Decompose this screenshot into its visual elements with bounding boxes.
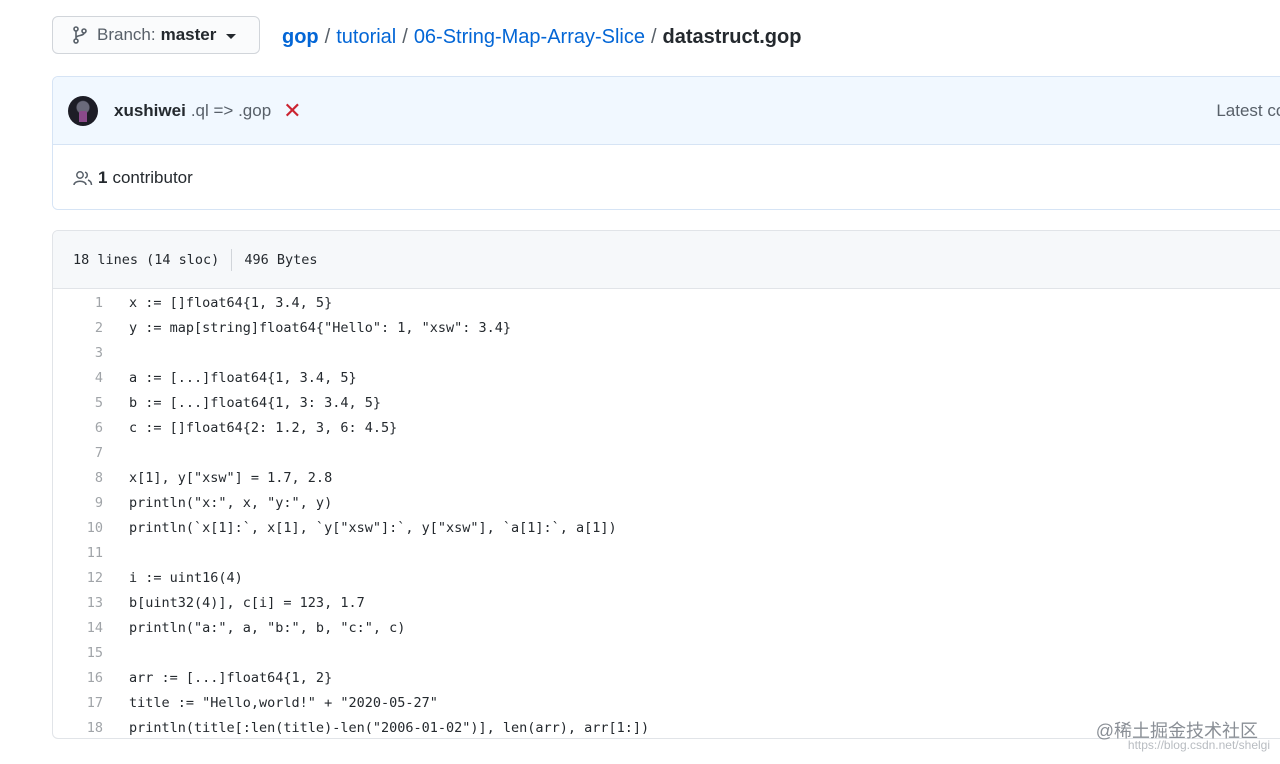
- line-number[interactable]: 7: [53, 445, 129, 461]
- line-number[interactable]: 1: [53, 295, 129, 311]
- code-line: 8 x[1], y["xsw"] = 1.7, 2.8: [53, 465, 1280, 490]
- code-line: 2y := map[string]float64{"Hello": 1, "xs…: [53, 315, 1280, 340]
- commit-header: xushiwei .ql => .gop ✕ Latest cor: [53, 77, 1280, 145]
- latest-commit-label: Latest cor: [1216, 101, 1280, 120]
- git-branch-icon: [73, 26, 87, 44]
- line-code: x := []float64{1, 3.4, 5}: [129, 294, 333, 311]
- line-code: i := uint16(4): [129, 569, 243, 586]
- line-code: y := map[string]float64{"Hello": 1, "xsw…: [129, 319, 512, 336]
- failed-status-icon[interactable]: ✕: [283, 99, 301, 122]
- avatar[interactable]: [68, 95, 98, 126]
- code-line: 13 b[uint32(4)], c[i] = 123, 1.7: [53, 590, 1280, 615]
- branch-name: master: [160, 25, 217, 44]
- code-line: 17 title := "Hello,world!" + "2020-05-27": [53, 690, 1280, 715]
- line-number[interactable]: 13: [53, 595, 129, 611]
- code-line: 15: [53, 640, 1280, 665]
- breadcrumb-separator: /: [650, 26, 657, 48]
- line-number[interactable]: 18: [53, 720, 129, 736]
- code-view: 1x := []float64{1, 3.4, 5} 2 y := map[stri…: [53, 289, 1280, 738]
- contributor-label: contributor: [112, 168, 193, 187]
- line-code: title := "Hello,world!" + "2020-05-27": [129, 694, 438, 711]
- line-code: b := [...]float64{1, 3: 3.4, 5}: [129, 394, 381, 411]
- line-code: println(title[:len(title)-len("2006-01-0…: [129, 719, 650, 736]
- code-line: 14 println("a:", a, "b:", b, "c:", c): [53, 615, 1280, 640]
- line-code: arr := [...]float64{1, 2}: [129, 669, 333, 686]
- line-code: a := [...]float64{1, 3.4, 5}: [129, 369, 357, 386]
- line-number[interactable]: 11: [53, 545, 129, 561]
- watermark-url: https://blog.csdn.net/shelgi: [1127, 738, 1270, 752]
- branch-select-button[interactable]: Branch: master: [52, 16, 260, 54]
- commit-author-link[interactable]: xushiwei: [114, 101, 186, 121]
- people-icon: [73, 171, 93, 186]
- code-line: 7: [53, 440, 1280, 465]
- breadcrumb-separator: /: [324, 26, 331, 48]
- contributor-count: 1: [98, 168, 108, 187]
- code-line: 4a := [...]float64{1, 3.4, 5}: [53, 365, 1280, 390]
- commit-message-link[interactable]: .ql => .gop: [191, 101, 271, 121]
- line-code: x[1], y["xsw"] = 1.7, 2.8: [129, 469, 333, 486]
- breadcrumb-separator: /: [402, 26, 408, 48]
- file-info-bar: 18 lines (14 sloc) 496 Bytes: [53, 231, 1280, 289]
- line-number[interactable]: 6: [53, 420, 129, 436]
- branch-prefix: Branch:: [97, 25, 156, 44]
- breadcrumb-current-file: datastruct.gop: [662, 26, 802, 48]
- latest-commit-box: xushiwei .ql => .gop ✕ Latest cor 1 cont…: [52, 76, 1280, 210]
- line-number[interactable]: 2: [53, 320, 129, 336]
- file-lines-info: 18 lines (14 sloc): [73, 251, 220, 268]
- line-number[interactable]: 8: [53, 470, 129, 486]
- line-number[interactable]: 9: [53, 495, 129, 511]
- code-line: 12 i := uint16(4): [53, 565, 1280, 590]
- line-number[interactable]: 17: [53, 695, 129, 711]
- code-line: 16 arr := [...]float64{1, 2}: [53, 665, 1280, 690]
- code-line: 1x := []float64{1, 3.4, 5}: [53, 290, 1280, 315]
- code-line: 5b := [...]float64{1, 3: 3.4, 5}: [53, 390, 1280, 415]
- code-line: 10 println(`x[1]:`, x[1], `y["xsw"]:`, y[…: [53, 515, 1280, 540]
- line-code: println(`x[1]:`, x[1], `y["xsw"]:`, y["x…: [129, 519, 617, 536]
- divider: [231, 248, 233, 271]
- line-number[interactable]: 15: [53, 645, 129, 661]
- breadcrumb: gop / tutorial/06-String-Map-Array-Slice / d…: [282, 24, 801, 50]
- line-code: c := []float64{2: 1.2, 3, 6: 4.5}: [129, 419, 398, 436]
- code-line: 3: [53, 340, 1280, 365]
- line-code: println("x:", x, "y:", y): [129, 494, 333, 511]
- line-number[interactable]: 16: [53, 670, 129, 686]
- line-number[interactable]: 5: [53, 395, 129, 411]
- code-line: 9 println("x:", x, "y:", y): [53, 490, 1280, 515]
- line-number[interactable]: 12: [53, 570, 129, 586]
- file-view-page: Branch: master gop / tutorial/06-String-Ma…: [0, 0, 1280, 764]
- line-number[interactable]: 3: [53, 345, 129, 361]
- breadcrumb-link-tutorial[interactable]: tutorial: [336, 26, 396, 48]
- line-number[interactable]: 14: [53, 620, 129, 636]
- file-size: 496 Bytes: [244, 251, 318, 268]
- code-line: 11: [53, 540, 1280, 565]
- line-number[interactable]: 4: [53, 370, 129, 386]
- file-box: 18 lines (14 sloc) 496 Bytes 1x := []flo…: [52, 230, 1280, 739]
- line-code: b[uint32(4)], c[i] = 123, 1.7: [129, 594, 365, 611]
- breadcrumb-link-repo[interactable]: gop: [282, 26, 319, 48]
- line-number[interactable]: 10: [53, 520, 129, 536]
- code-line: 6c := []float64{2: 1.2, 3, 6: 4.5}: [53, 415, 1280, 440]
- line-code: println("a:", a, "b:", b, "c:", c): [129, 619, 406, 636]
- chevron-down-icon: [226, 33, 237, 39]
- contributors-row[interactable]: 1 contributor: [53, 145, 1280, 209]
- breadcrumb-link-folder[interactable]: 06-String-Map-Array-Slice: [414, 26, 645, 48]
